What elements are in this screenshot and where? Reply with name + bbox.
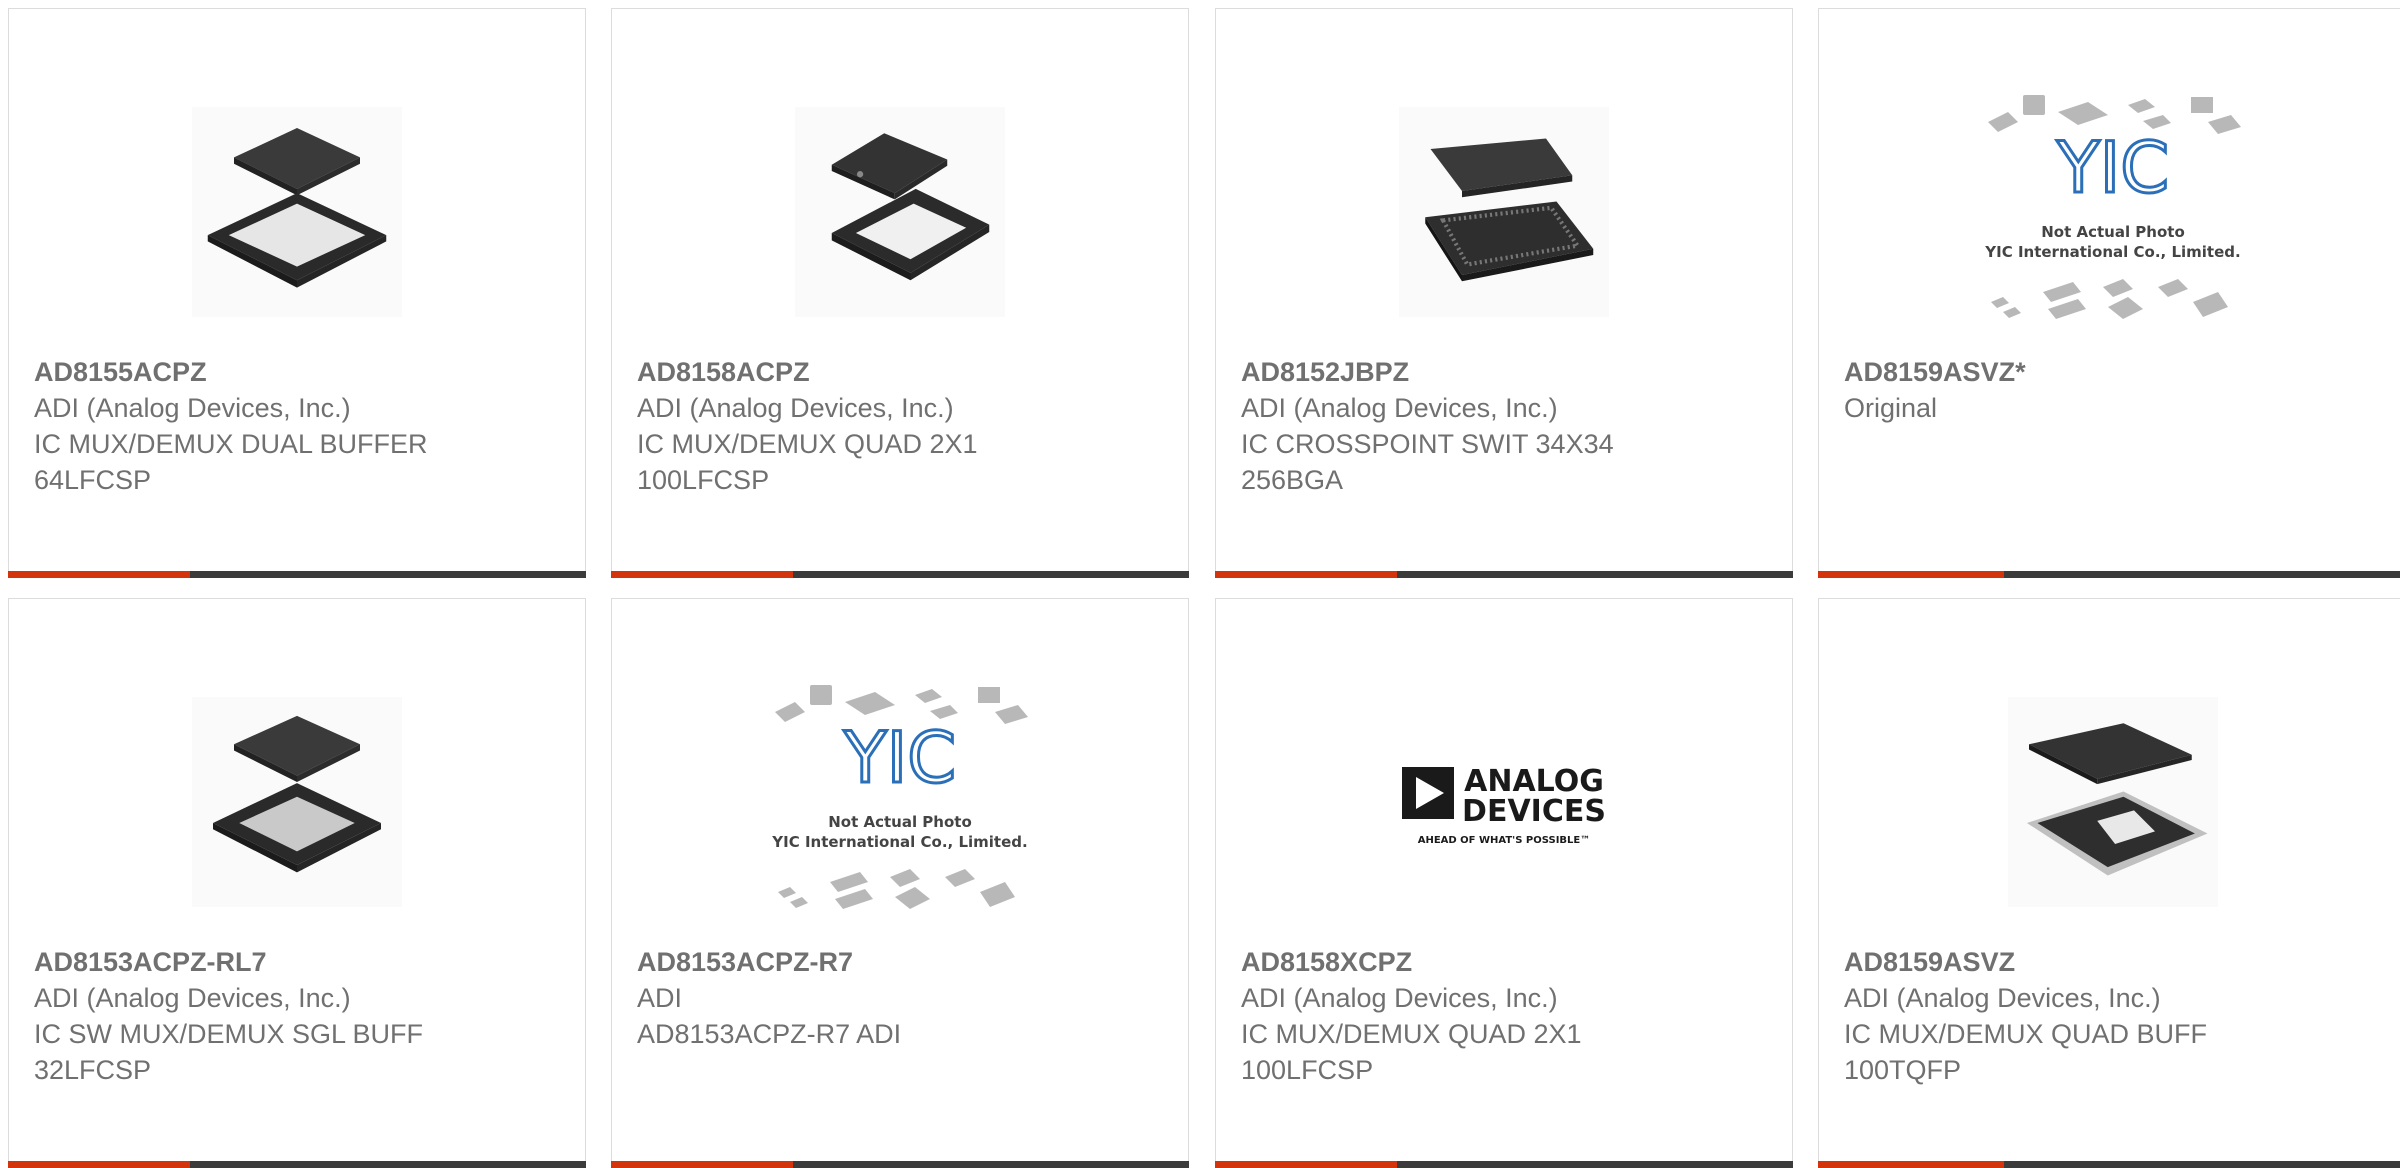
- analog-devices-logo[interactable]: ANALOG DEVICES AHEAD OF WHAT'S POSSIBLE™: [1216, 667, 1792, 937]
- logo-line-2: DEVICES: [1462, 794, 1606, 829]
- product-card[interactable]: AD8158ACPZ ADI (Analog Devices, Inc.) IC…: [611, 8, 1189, 578]
- manufacturer: ADI (Analog Devices, Inc.): [1241, 983, 1558, 1013]
- chip-bga-image[interactable]: [1216, 77, 1792, 347]
- card-accent: [1215, 1161, 1398, 1168]
- yic-logo: YIC: [2056, 127, 2169, 209]
- part-number[interactable]: AD8159ASVZ*: [1844, 354, 2387, 390]
- product-card[interactable]: AD8159ASVZ ADI (Analog Devices, Inc.) IC…: [1818, 598, 2400, 1168]
- card-bottom-bar: [1818, 571, 2400, 578]
- description-line-2: 256BGA: [1241, 465, 1344, 495]
- placeholder-photo[interactable]: YIC Not Actual Photo YIC International C…: [612, 667, 1188, 937]
- card-accent: [611, 571, 794, 578]
- chip-qfn-image[interactable]: [612, 77, 1188, 347]
- description-line-1: IC SW MUX/DEMUX SGL BUFF: [34, 1019, 424, 1049]
- card-bottom-bar: [8, 571, 586, 578]
- description-line-2: 100LFCSP: [637, 465, 770, 495]
- part-number[interactable]: AD8152JBPZ: [1241, 354, 1772, 390]
- description-line-2: 100LFCSP: [1241, 1055, 1374, 1085]
- product-card[interactable]: AD8155ACPZ ADI (Analog Devices, Inc.) IC…: [8, 8, 586, 578]
- card-bottom-bar: [611, 571, 1189, 578]
- description-line-2: 32LFCSP: [34, 1055, 152, 1085]
- yic-logo: YIC: [843, 717, 956, 799]
- part-number[interactable]: AD8153ACPZ-R7: [637, 944, 1168, 980]
- description-line-1: IC CROSSPOINT SWIT 34X34: [1241, 429, 1614, 459]
- description-line-1: IC MUX/DEMUX QUAD 2X1: [1241, 1019, 1582, 1049]
- manufacturer: ADI (Analog Devices, Inc.): [637, 393, 954, 423]
- card-accent: [1215, 571, 1398, 578]
- product-card[interactable]: YIC Not Actual Photo YIC International C…: [611, 598, 1189, 1168]
- logo-tagline: AHEAD OF WHAT'S POSSIBLE™: [1418, 835, 1591, 846]
- manufacturer: ADI (Analog Devices, Inc.): [1241, 393, 1558, 423]
- product-card[interactable]: ANALOG DEVICES AHEAD OF WHAT'S POSSIBLE™…: [1215, 598, 1793, 1168]
- placeholder-line-2: YIC International Co., Limited.: [1984, 243, 2240, 261]
- product-card[interactable]: AD8152JBPZ ADI (Analog Devices, Inc.) IC…: [1215, 8, 1793, 578]
- chip-tqfp-image[interactable]: [1819, 667, 2400, 937]
- card-accent: [8, 571, 191, 578]
- manufacturer: ADI (Analog Devices, Inc.): [34, 393, 351, 423]
- part-number[interactable]: AD8159ASVZ: [1844, 944, 2387, 980]
- card-bottom-bar: [8, 1161, 586, 1168]
- product-card[interactable]: YIC Not Actual Photo YIC International C…: [1818, 8, 2400, 578]
- manufacturer: ADI: [637, 983, 683, 1013]
- card-accent: [611, 1161, 794, 1168]
- card-accent: [1818, 1161, 2004, 1168]
- placeholder-line-1: Not Actual Photo: [2041, 223, 2185, 241]
- description-line-1: Original: [1844, 393, 1938, 423]
- placeholder-photo[interactable]: YIC Not Actual Photo YIC International C…: [1819, 77, 2400, 347]
- manufacturer: ADI (Analog Devices, Inc.): [34, 983, 351, 1013]
- card-bottom-bar: [1215, 1161, 1793, 1168]
- card-bottom-bar: [1215, 571, 1793, 578]
- chip-qfn-image[interactable]: [9, 77, 585, 347]
- part-number[interactable]: AD8153ACPZ-RL7: [34, 944, 565, 980]
- card-accent: [8, 1161, 191, 1168]
- part-number[interactable]: AD8158XCPZ: [1241, 944, 1772, 980]
- part-number[interactable]: AD8155ACPZ: [34, 354, 565, 390]
- chip-qfn-image[interactable]: [9, 667, 585, 937]
- description-line-2: 64LFCSP: [34, 465, 152, 495]
- card-accent: [1818, 571, 2004, 578]
- card-bottom-bar: [1818, 1161, 2400, 1168]
- description-line-1: IC MUX/DEMUX QUAD BUFF: [1844, 1019, 2208, 1049]
- part-number[interactable]: AD8158ACPZ: [637, 354, 1168, 390]
- description-line-1: AD8153ACPZ-R7 ADI: [637, 1019, 902, 1049]
- description-line-1: IC MUX/DEMUX DUAL BUFFER: [34, 429, 428, 459]
- manufacturer: ADI (Analog Devices, Inc.): [1844, 983, 2161, 1013]
- card-bottom-bar: [611, 1161, 1189, 1168]
- placeholder-line-2: YIC International Co., Limited.: [771, 833, 1027, 851]
- description-line-2: 100TQFP: [1844, 1055, 1962, 1085]
- description-line-1: IC MUX/DEMUX QUAD 2X1: [637, 429, 978, 459]
- product-card[interactable]: AD8153ACPZ-RL7 ADI (Analog Devices, Inc.…: [8, 598, 586, 1168]
- placeholder-line-1: Not Actual Photo: [828, 813, 972, 831]
